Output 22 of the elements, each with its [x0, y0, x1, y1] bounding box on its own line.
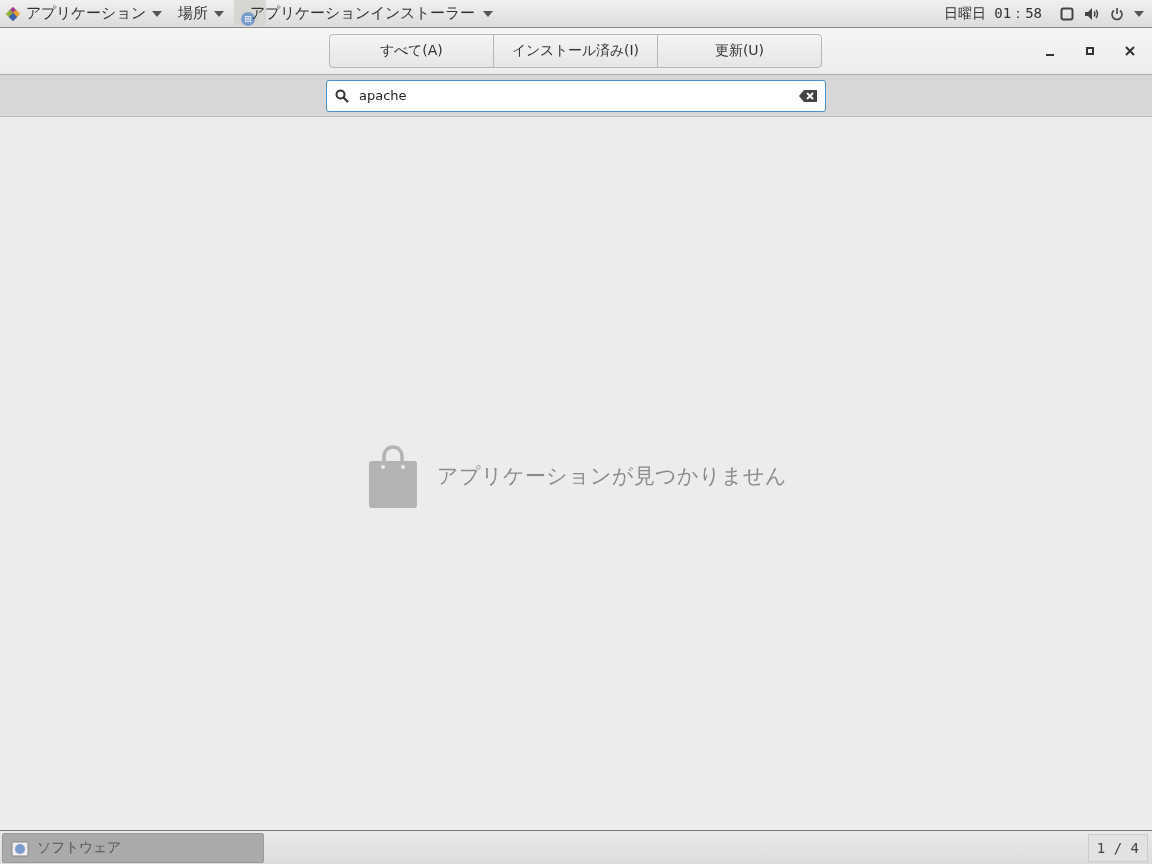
clock[interactable]: 日曜日 01：58	[943, 4, 1042, 23]
search-icon	[335, 88, 349, 103]
places-menu[interactable]: 場所	[172, 0, 234, 27]
volume-icon[interactable]	[1084, 6, 1100, 21]
maximize-icon[interactable]	[1084, 45, 1096, 57]
power-icon[interactable]	[1110, 6, 1124, 21]
display-icon[interactable]	[1060, 6, 1074, 21]
workspace-indicator[interactable]: 1 / 4	[1087, 833, 1148, 862]
distro-logo-icon	[6, 6, 20, 21]
search-field[interactable]: apache	[326, 79, 826, 112]
caret-icon	[152, 10, 162, 17]
view-tab[interactable]: インストール済み(I)	[493, 34, 658, 68]
caret-icon	[214, 10, 224, 17]
empty-message: アプリケーションが見つかりません	[437, 462, 787, 490]
caret-icon[interactable]	[1134, 10, 1144, 17]
close-icon[interactable]	[1124, 45, 1136, 57]
window-menu[interactable]: アプリケーションインストーラー	[234, 0, 503, 27]
clear-text-icon[interactable]	[799, 89, 817, 102]
view-tab[interactable]: 更新(U)	[657, 34, 822, 68]
caret-icon	[483, 10, 493, 17]
view-tab[interactable]: すべて(A)	[329, 34, 494, 68]
applications-menu[interactable]: アプリケーション	[0, 0, 172, 27]
